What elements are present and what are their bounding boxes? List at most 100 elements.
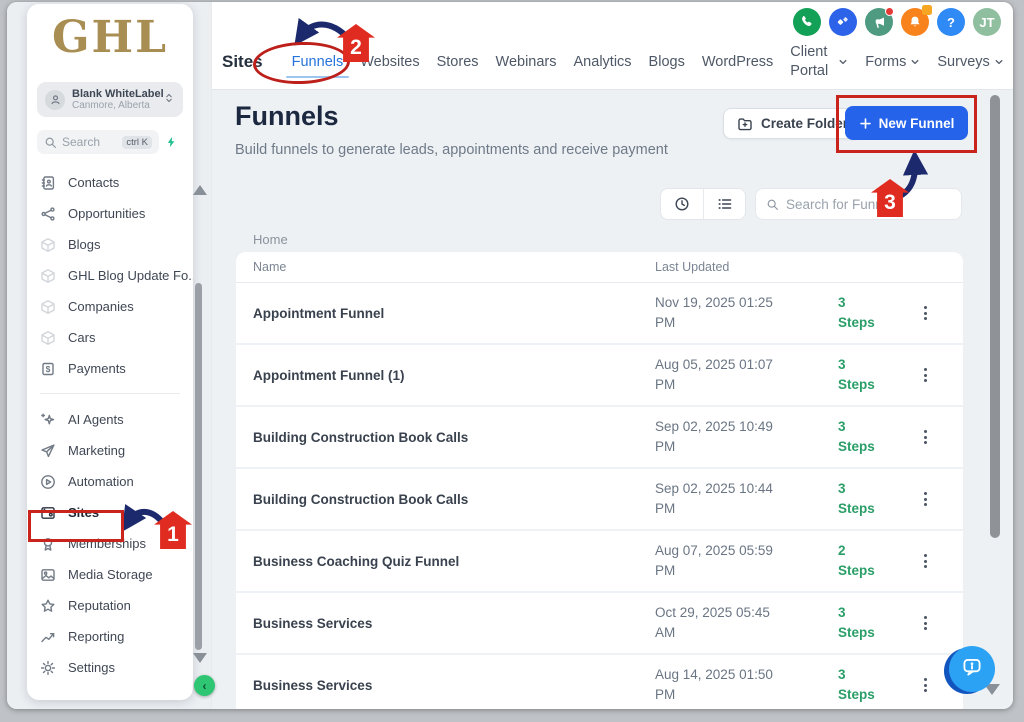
section-label: Sites: [222, 52, 263, 72]
funnel-name: Business Services: [253, 616, 655, 631]
table-row[interactable]: Appointment Funnel (1) Aug 05, 2025 01:0…: [236, 345, 963, 407]
notifications-icon[interactable]: [901, 8, 929, 36]
funnel-name: Building Construction Book Calls: [253, 492, 655, 507]
tab-funnels[interactable]: Funnels: [292, 54, 344, 70]
sidebar-item-opportunities[interactable]: Opportunities: [27, 198, 193, 229]
row-menu-button[interactable]: [918, 362, 933, 388]
ai-agents-icon: [40, 412, 56, 428]
tab-blogs[interactable]: Blogs: [649, 54, 685, 70]
tab-wordpress[interactable]: WordPress: [702, 54, 773, 70]
breadcrumb[interactable]: Home: [253, 232, 288, 247]
funnel-search-input[interactable]: [786, 197, 951, 212]
table-row[interactable]: Business Services Oct 29, 2025 05:45 AM …: [236, 593, 963, 655]
sidebar-item-marketing[interactable]: Marketing: [27, 435, 193, 466]
main-region: ? JT Sites Funnels Websites Stores Webina…: [211, 2, 1013, 709]
sidebar-item-reputation[interactable]: Reputation: [27, 590, 193, 621]
funnel-name: Appointment Funnel (1): [253, 368, 655, 383]
funnel-name: Business Services: [253, 678, 655, 693]
sidebar-scroll-down-icon[interactable]: [193, 653, 207, 663]
funnel-updated: Sep 02, 2025 10:44 PM: [655, 479, 838, 520]
announcements-icon[interactable]: [865, 8, 893, 36]
settings-icon: [40, 660, 56, 676]
tab-surveys[interactable]: Surveys: [937, 54, 1003, 70]
row-menu-button[interactable]: [918, 486, 933, 512]
sidebar: GHL Blank WhiteLabel Canmore, Alberta ct…: [27, 4, 193, 700]
tab-client-portal[interactable]: Client Portal: [790, 43, 848, 81]
new-funnel-button[interactable]: New Funnel: [845, 106, 968, 140]
sidebar-item-companies[interactable]: Companies: [27, 291, 193, 322]
contacts-icon: [40, 175, 56, 191]
funnel-steps: 2Steps: [838, 541, 898, 582]
folder-plus-icon: [737, 116, 753, 132]
create-folder-button[interactable]: Create Folder: [723, 108, 862, 139]
row-menu-button[interactable]: [918, 672, 933, 698]
recent-view-button[interactable]: [661, 189, 703, 219]
tab-websites[interactable]: Websites: [360, 54, 419, 70]
funnel-steps: 3Steps: [838, 603, 898, 644]
billing-icon[interactable]: [829, 8, 857, 36]
sidebar-item-contacts[interactable]: Contacts: [27, 167, 193, 198]
media-storage-icon: [40, 567, 56, 583]
plus-icon: [859, 117, 872, 130]
notification-badge: [922, 5, 932, 15]
funnel-name: Appointment Funnel: [253, 306, 655, 321]
sidebar-scroll-up-icon[interactable]: [193, 185, 207, 195]
sidebar-item-automation[interactable]: Automation: [27, 466, 193, 497]
help-icon[interactable]: ?: [937, 8, 965, 36]
chevron-down-icon: [910, 57, 920, 67]
sidebar-search-input[interactable]: [62, 135, 114, 149]
funnel-steps: 3Steps: [838, 665, 898, 706]
tab-stores[interactable]: Stores: [437, 54, 479, 70]
sidebar-scrollbar-thumb[interactable]: [195, 283, 202, 650]
app-window: GHL Blank WhiteLabel Canmore, Alberta ct…: [7, 2, 1013, 709]
payments-icon: $: [40, 361, 56, 377]
sidebar-item-ghl-blog-update-fo[interactable]: GHL Blog Update Fo...: [27, 260, 193, 291]
sidebar-item-sites[interactable]: Sites: [27, 497, 193, 528]
row-menu-button[interactable]: [918, 610, 933, 636]
account-location: Canmore, Alberta: [72, 100, 156, 111]
table-header: Name Last Updated: [236, 252, 963, 283]
view-toggle: [660, 188, 746, 220]
top-navbar: ? JT Sites Funnels Websites Stores Webina…: [211, 2, 1013, 90]
funnel-updated: Nov 19, 2025 01:25 PM: [655, 293, 838, 334]
search-icon: [44, 136, 57, 149]
phone-icon[interactable]: [793, 8, 821, 36]
sidebar-collapse-button[interactable]: ‹: [194, 675, 215, 696]
funnel-steps: 3Steps: [838, 355, 898, 396]
avatar[interactable]: JT: [973, 8, 1001, 36]
chevron-down-icon: [838, 57, 848, 67]
funnel-name: Business Coaching Quiz Funnel: [253, 554, 655, 569]
row-menu-button[interactable]: [918, 300, 933, 326]
chat-bubble-icon: [959, 654, 985, 685]
funnel-updated: Sep 02, 2025 10:49 PM: [655, 417, 838, 458]
table-row[interactable]: Appointment Funnel Nov 19, 2025 01:25 PM…: [236, 283, 963, 345]
sidebar-item-cars[interactable]: Cars: [27, 322, 193, 353]
page-title: Funnels: [235, 101, 339, 132]
list-view-button[interactable]: [703, 189, 745, 219]
sidebar-item-media-storage[interactable]: Media Storage: [27, 559, 193, 590]
sites-icon: [40, 505, 56, 521]
table-row[interactable]: Building Construction Book Calls Sep 02,…: [236, 407, 963, 469]
tab-forms[interactable]: Forms: [865, 54, 920, 70]
sidebar-search[interactable]: ctrl K: [37, 130, 159, 154]
funnel-search[interactable]: [755, 188, 962, 220]
main-scrollbar-thumb[interactable]: [990, 95, 1000, 538]
table-row[interactable]: Building Construction Book Calls Sep 02,…: [236, 469, 963, 531]
tab-analytics[interactable]: Analytics: [574, 54, 632, 70]
row-menu-button[interactable]: [918, 424, 933, 450]
help-chat-widget[interactable]: [944, 646, 994, 694]
account-switcher[interactable]: Blank WhiteLabel Canmore, Alberta: [37, 82, 183, 117]
sidebar-item-blogs[interactable]: Blogs: [27, 229, 193, 260]
table-row[interactable]: Business Services Aug 14, 2025 01:50 PM …: [236, 655, 963, 709]
cube-icon: [40, 330, 56, 346]
table-row[interactable]: Business Coaching Quiz Funnel Aug 07, 20…: [236, 531, 963, 593]
sidebar-item-ai-agents[interactable]: AI Agents: [27, 404, 193, 435]
row-menu-button[interactable]: [918, 548, 933, 574]
sidebar-item-payments[interactable]: $ Payments: [27, 353, 193, 384]
sidebar-item-memberships[interactable]: Memberships: [27, 528, 193, 559]
sidebar-item-reporting[interactable]: Reporting: [27, 621, 193, 652]
sidebar-item-settings[interactable]: Settings: [27, 652, 193, 683]
tab-webinars[interactable]: Webinars: [496, 54, 557, 70]
quick-actions-bolt-icon[interactable]: [165, 135, 183, 149]
account-name: Blank WhiteLabel: [72, 88, 156, 100]
